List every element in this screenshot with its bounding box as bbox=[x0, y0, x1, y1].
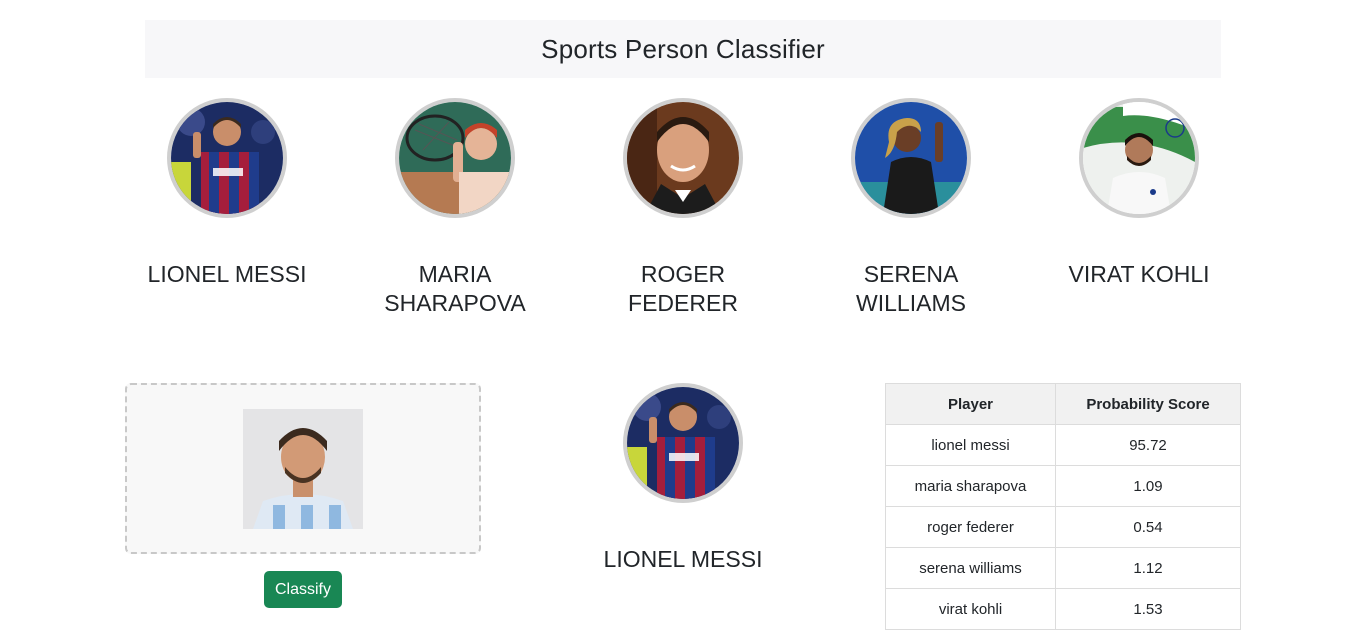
player-cell: lionel messi bbox=[885, 424, 1056, 466]
column-header-player: Player bbox=[885, 383, 1056, 425]
score-cell: 1.09 bbox=[1055, 465, 1241, 507]
player-cell: serena williams bbox=[885, 547, 1056, 589]
sharapova-photo bbox=[395, 98, 515, 218]
player-cell: maria sharapova bbox=[885, 465, 1056, 507]
player-card-federer: Roger Federer bbox=[569, 98, 797, 328]
table-row: serena williams 1.12 bbox=[885, 547, 1241, 589]
classify-button[interactable]: Classify bbox=[264, 571, 342, 608]
federer-photo bbox=[623, 98, 743, 218]
result-player-name: Lionel Messi bbox=[603, 546, 763, 572]
image-dropzone[interactable] bbox=[125, 383, 481, 554]
player-name: Roger Federer bbox=[628, 261, 738, 316]
player-card-kohli: Virat Kohli bbox=[1025, 98, 1253, 328]
score-cell: 0.54 bbox=[1055, 506, 1241, 548]
messi-photo bbox=[167, 98, 287, 218]
table-header-row: Player Probability Score bbox=[885, 383, 1241, 425]
probability-table: Player Probability Score lionel messi 95… bbox=[885, 383, 1241, 630]
result-messi-photo bbox=[623, 383, 743, 503]
table-row: virat kohli 1.53 bbox=[885, 588, 1241, 630]
player-cell: virat kohli bbox=[885, 588, 1056, 630]
serena-photo bbox=[851, 98, 971, 218]
score-cell: 95.72 bbox=[1055, 424, 1241, 466]
column-header-score: Probability Score bbox=[1055, 383, 1241, 425]
player-card-serena: Serena Williams bbox=[797, 98, 1025, 328]
table-row: roger federer 0.54 bbox=[885, 506, 1241, 548]
page-title: Sports Person Classifier bbox=[541, 33, 825, 64]
score-cell: 1.53 bbox=[1055, 588, 1241, 630]
uploaded-messi-photo bbox=[243, 409, 363, 529]
player-name: Lionel Messi bbox=[147, 261, 307, 287]
header: Sports Person Classifier bbox=[145, 20, 1221, 78]
score-cell: 1.12 bbox=[1055, 547, 1241, 589]
player-name: Serena Williams bbox=[856, 261, 966, 316]
table-row: lionel messi 95.72 bbox=[885, 424, 1241, 466]
player-card-sharapova: Maria Sharapova bbox=[341, 98, 569, 328]
player-card-messi: Lionel Messi bbox=[113, 98, 341, 328]
classifier-page: Sports Person Classifier LIONEL MESSI MA… bbox=[0, 0, 1366, 642]
player-cell: roger federer bbox=[885, 506, 1056, 548]
table-row: maria sharapova 1.09 bbox=[885, 465, 1241, 507]
kohli-photo bbox=[1079, 98, 1199, 218]
player-name: Maria Sharapova bbox=[384, 261, 526, 316]
player-gallery: Lionel Messi Maria Sharapova bbox=[113, 98, 1253, 328]
player-name: Virat Kohli bbox=[1068, 261, 1210, 287]
